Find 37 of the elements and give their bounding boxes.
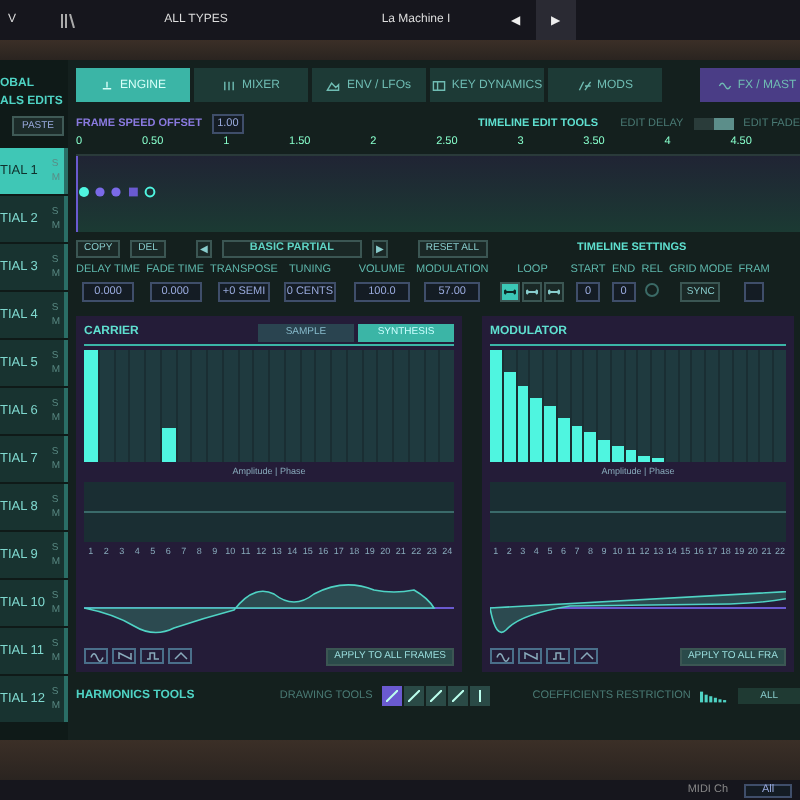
loop-mode-button[interactable] [544, 282, 565, 302]
saw-icon [521, 650, 539, 662]
amplitude-bars[interactable] [84, 350, 454, 462]
loop-mode-button[interactable] [522, 282, 543, 302]
modulation-icon [577, 79, 591, 91]
wave-shape-button[interactable] [168, 648, 192, 664]
wave-shape-button[interactable] [84, 648, 108, 664]
pencil-icon [386, 690, 399, 702]
drawing-tool-button[interactable] [426, 686, 447, 706]
drawing-tool-button[interactable] [448, 686, 469, 706]
wave-shape-button[interactable] [112, 648, 136, 664]
param-field[interactable] [744, 282, 765, 302]
envelope-icon [326, 79, 341, 91]
keyframe-dots-drawing [78, 186, 158, 198]
wave-shape-button[interactable] [518, 648, 542, 664]
loop-mode-button[interactable] [500, 282, 521, 302]
drawing-tool-button[interactable] [404, 686, 425, 706]
wave-shape-button[interactable] [490, 648, 514, 664]
arrows-icon [504, 288, 517, 296]
library-icon[interactable] [60, 13, 76, 27]
wave-shape-button[interactable] [546, 648, 570, 664]
edit-mode-toggle[interactable] [693, 118, 734, 130]
wave-shape-button[interactable] [574, 648, 598, 664]
sine-icon [493, 650, 511, 662]
wave-icon [717, 79, 732, 91]
spectrum-icon [700, 689, 729, 703]
mixer-icon [221, 79, 236, 91]
sine-icon [87, 650, 105, 662]
drawing-tool-button[interactable] [382, 686, 403, 706]
line-icon [452, 690, 465, 702]
drawing-tool-button[interactable] [470, 686, 491, 706]
amplitude-bars[interactable] [490, 350, 786, 462]
arrows-icon [548, 288, 561, 296]
arrows-icon [526, 288, 539, 296]
release-toggle-icon[interactable] [644, 282, 661, 298]
wave-shape-button[interactable] [140, 648, 164, 664]
saw-icon [115, 650, 133, 662]
